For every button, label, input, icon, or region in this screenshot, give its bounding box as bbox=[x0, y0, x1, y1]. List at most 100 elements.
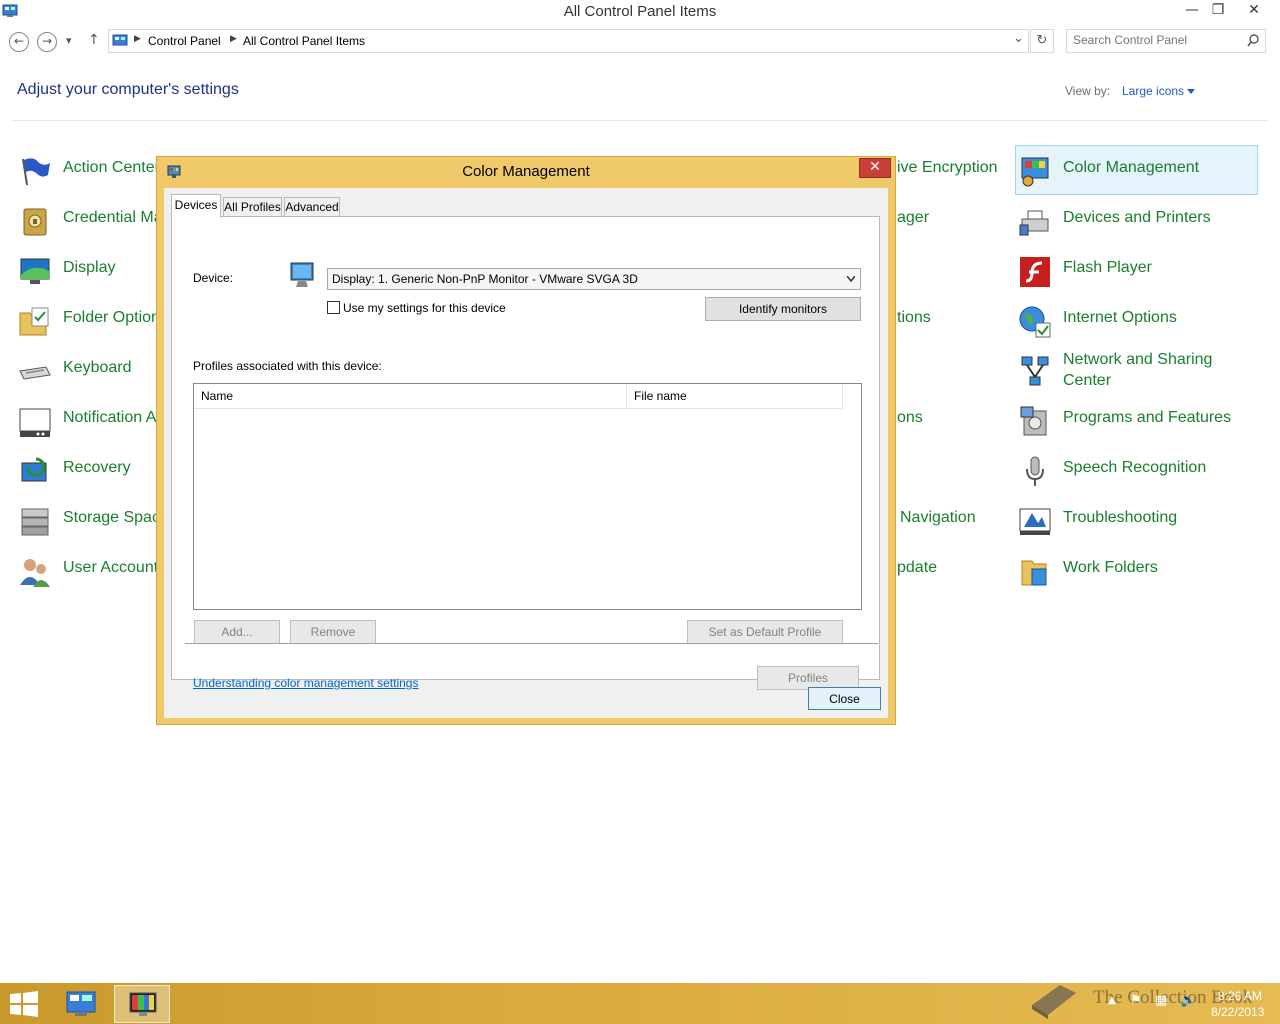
search-box[interactable] bbox=[1066, 29, 1266, 53]
tab-advanced[interactable]: Advanced bbox=[284, 197, 340, 217]
cp-item-storage-spaces[interactable]: Storage Space bbox=[18, 505, 169, 549]
dialog-body: Devices All Profiles Advanced Device: Di… bbox=[164, 188, 888, 718]
taskbar-color-management[interactable] bbox=[114, 985, 170, 1023]
globe-icon bbox=[1019, 306, 1051, 338]
cp-item-user-accounts[interactable]: User Accounts bbox=[18, 555, 166, 599]
tab-all-profiles[interactable]: All Profiles bbox=[223, 197, 282, 217]
user-accounts-icon bbox=[20, 559, 50, 587]
header-divider bbox=[12, 120, 1268, 121]
use-my-settings-label[interactable]: Use my settings for this device bbox=[343, 301, 506, 315]
dialog-close-action-button[interactable]: Close bbox=[808, 687, 881, 710]
cp-item-label: Flash Player bbox=[1063, 259, 1152, 276]
network-tray-icon[interactable]: ▦ bbox=[1155, 993, 1167, 1008]
action-center-flag-icon[interactable]: ⚑ bbox=[1130, 993, 1142, 1008]
panel-divider bbox=[185, 643, 878, 644]
cp-item-label: ager bbox=[897, 209, 930, 226]
cp-item-label: Folder Option bbox=[63, 309, 160, 326]
add-button[interactable]: Add... bbox=[194, 620, 280, 644]
cp-item-label: Troubleshooting bbox=[1063, 509, 1178, 526]
cp-item-keyboard[interactable]: Keyboard bbox=[18, 355, 158, 399]
display-icon bbox=[20, 258, 50, 284]
clock-date[interactable]: 8/22/2013 bbox=[1211, 1005, 1264, 1019]
understanding-color-management-link[interactable]: Understanding color management settings bbox=[193, 676, 418, 690]
cp-item-label: Programs and Features bbox=[1063, 409, 1232, 426]
address-dropdown-button[interactable]: ⌄ bbox=[1013, 31, 1024, 46]
search-icon[interactable] bbox=[1247, 34, 1259, 48]
minimize-button[interactable]: — bbox=[1178, 0, 1206, 22]
folder-options-icon bbox=[19, 307, 49, 336]
cp-item-programs-features[interactable]: Programs and Features bbox=[1018, 405, 1253, 449]
taskbar-control-panel[interactable] bbox=[53, 985, 109, 1023]
cp-item-recovery[interactable]: Recovery bbox=[18, 455, 158, 499]
profiles-list[interactable]: Name File name bbox=[193, 383, 862, 610]
cp-item-credential-manager[interactable]: Credential Ma bbox=[18, 205, 163, 249]
up-button[interactable]: ↑ bbox=[88, 32, 100, 48]
chevron-down-icon[interactable] bbox=[847, 276, 855, 282]
search-input[interactable] bbox=[1073, 33, 1243, 47]
back-button[interactable]: ← bbox=[9, 32, 29, 52]
color-management-dialog: Color Management ✕ Devices All Profiles … bbox=[156, 156, 896, 725]
device-dropdown[interactable]: Display: 1. Generic Non-PnP Monitor - VM… bbox=[327, 268, 861, 290]
cp-item-label: Color Management bbox=[1063, 159, 1200, 176]
cp-item-label: ons bbox=[897, 409, 923, 426]
cp-item-label: Navigation bbox=[900, 509, 976, 526]
chevron-right-icon[interactable]: ▶ bbox=[134, 34, 141, 44]
forward-button[interactable]: → bbox=[37, 32, 57, 52]
printer-icon bbox=[1019, 210, 1049, 236]
cp-item-internet-options[interactable]: Internet Options bbox=[1018, 305, 1253, 349]
page-title: Adjust your computer's settings bbox=[17, 81, 239, 98]
column-header-file-name[interactable]: File name bbox=[627, 384, 843, 409]
breadcrumb-item-all-items[interactable]: All Control Panel Items bbox=[243, 34, 365, 48]
refresh-button[interactable]: ↻ bbox=[1030, 29, 1054, 53]
cp-item-flash-player[interactable]: Flash Player bbox=[1018, 255, 1253, 299]
cp-item-label: Network and Sharing Center bbox=[1063, 351, 1213, 389]
remove-button[interactable]: Remove bbox=[290, 620, 376, 644]
use-my-settings-checkbox[interactable] bbox=[327, 301, 340, 314]
cp-item-color-management[interactable]: Color Management bbox=[1018, 155, 1253, 199]
color-management-icon bbox=[129, 992, 157, 1016]
cp-item-label: Speech Recognition bbox=[1063, 459, 1207, 476]
devices-panel: Device: Display: 1. Generic Non-PnP Moni… bbox=[171, 216, 880, 690]
close-window-button[interactable]: ✕ bbox=[1240, 0, 1268, 22]
cp-item-troubleshooting[interactable]: Troubleshooting bbox=[1018, 505, 1253, 549]
cp-item-notification-area[interactable]: Notification A bbox=[18, 405, 158, 449]
device-dropdown-value: Display: 1. Generic Non-PnP Monitor - VM… bbox=[332, 272, 638, 286]
address-bar: ← → ▾ ↑ ▶ Control Panel ▶ All Control Pa… bbox=[0, 24, 1280, 58]
cp-item-network-sharing[interactable]: Network and Sharing Center bbox=[1018, 351, 1253, 399]
cp-item-label: pdate bbox=[897, 559, 938, 576]
maximize-button[interactable]: ❐ bbox=[1204, 0, 1232, 22]
set-default-profile-button[interactable]: Set as Default Profile bbox=[687, 620, 843, 644]
cp-item-label: Devices and Printers bbox=[1063, 209, 1211, 226]
taskbar: The Collection Book ▲ ⚑ ▦ 🔈 8:26 AM 8/22… bbox=[0, 983, 1280, 1024]
volume-icon[interactable]: 🔈 bbox=[1180, 993, 1196, 1008]
cp-item-speech-recognition[interactable]: Speech Recognition bbox=[1018, 455, 1253, 499]
dialog-close-button[interactable]: ✕ bbox=[859, 158, 891, 178]
cp-item-work-folders[interactable]: Work Folders bbox=[1018, 555, 1253, 599]
color-management-icon bbox=[1021, 157, 1049, 187]
monitor-icon bbox=[290, 262, 314, 287]
windows-logo-icon[interactable] bbox=[10, 991, 38, 1017]
programs-icon bbox=[1020, 406, 1047, 436]
chevron-down-icon[interactable] bbox=[1187, 89, 1195, 94]
microphone-icon bbox=[1026, 456, 1044, 486]
cp-item-label: Recovery bbox=[63, 459, 131, 476]
breadcrumb-item-control-panel[interactable]: Control Panel bbox=[148, 34, 221, 48]
control-panel-icon bbox=[112, 34, 128, 46]
control-panel-icon bbox=[66, 991, 96, 1016]
cp-item-folder-options[interactable]: Folder Option bbox=[18, 305, 160, 349]
troubleshooting-icon bbox=[1019, 508, 1051, 535]
show-hidden-icons-icon[interactable]: ▲ bbox=[1108, 995, 1116, 1006]
cp-item-devices-printers[interactable]: Devices and Printers bbox=[1018, 205, 1253, 249]
clock-time[interactable]: 8:26 AM bbox=[1218, 989, 1262, 1003]
chevron-right-icon[interactable]: ▶ bbox=[230, 34, 237, 44]
cp-item-action-center[interactable]: Action Center bbox=[18, 155, 160, 199]
cp-item-display[interactable]: Display bbox=[18, 255, 158, 299]
dialog-title: Color Management bbox=[462, 163, 590, 180]
column-header-name[interactable]: Name bbox=[194, 384, 627, 409]
tab-devices[interactable]: Devices bbox=[171, 194, 221, 218]
recent-locations-button[interactable]: ▾ bbox=[66, 34, 72, 47]
identify-monitors-button[interactable]: Identify monitors bbox=[705, 297, 861, 321]
network-icon bbox=[1021, 356, 1049, 386]
breadcrumb[interactable]: ▶ Control Panel ▶ All Control Panel Item… bbox=[108, 29, 1029, 53]
view-by-dropdown[interactable]: Large icons bbox=[1122, 84, 1184, 98]
